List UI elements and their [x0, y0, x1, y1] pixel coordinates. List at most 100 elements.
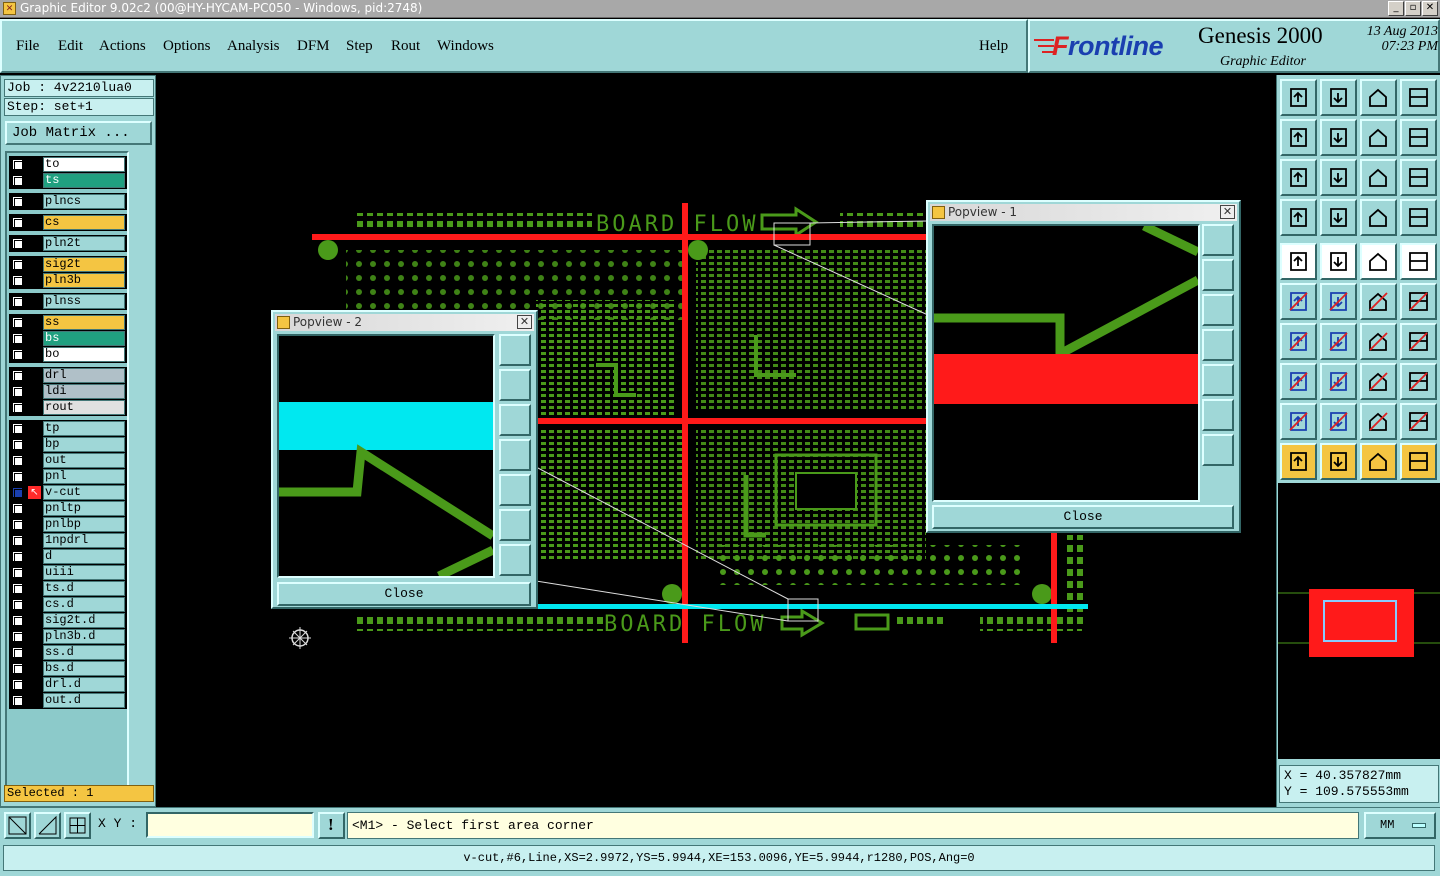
ruler-button[interactable]	[1360, 243, 1397, 280]
pan-left-button[interactable]	[1280, 119, 1317, 156]
layer-row-ts.d[interactable]: ts.d	[9, 581, 127, 596]
layer-name[interactable]: plnss	[43, 294, 125, 309]
layer-name[interactable]: d	[43, 549, 125, 564]
layer-name[interactable]: ts.d	[43, 581, 125, 596]
measure-button[interactable]	[1280, 199, 1317, 236]
layer-row-plncs[interactable]: plncs	[9, 194, 127, 209]
layer-name[interactable]: bs	[43, 331, 125, 346]
layer-row-1npdrl[interactable]: 1npdrl	[9, 533, 127, 548]
layer-checkbox[interactable]	[12, 402, 23, 413]
layer-name[interactable]: out.d	[43, 693, 125, 708]
graphic-canvas[interactable]: BOARD FLOW BOARD FLOW Popview - 2 ✕ Clos…	[156, 75, 1276, 807]
layer-name[interactable]: to	[43, 157, 125, 172]
layer-checkbox[interactable]	[12, 349, 23, 360]
popview-zoom-in-button[interactable]	[499, 334, 531, 366]
popview-pan-up-button[interactable]	[499, 369, 531, 401]
popview-zoom-in-button[interactable]	[1202, 224, 1234, 256]
layer-row-d[interactable]: d	[9, 549, 127, 564]
layer-checkbox[interactable]	[12, 370, 23, 381]
layer-name[interactable]: bo	[43, 347, 125, 362]
home-button[interactable]	[1360, 79, 1397, 116]
layer-checkbox[interactable]	[12, 296, 23, 307]
group-button[interactable]	[1400, 363, 1437, 400]
menu-windows[interactable]: Windows	[437, 38, 494, 55]
triangle-button[interactable]	[1280, 403, 1317, 440]
layer-checkbox[interactable]	[12, 159, 23, 170]
grid-mode-button[interactable]	[64, 812, 91, 839]
layer-row-bp[interactable]: bp	[9, 437, 127, 452]
layer-row-drl.d[interactable]: drl.d	[9, 677, 127, 692]
layer-checkbox[interactable]	[12, 535, 23, 546]
layer-row-pln3b.d[interactable]: pln3b.d	[9, 629, 127, 644]
add-feature-button[interactable]	[1280, 243, 1317, 280]
layer-name[interactable]: pln2t	[43, 236, 125, 251]
layer-row-sig2t[interactable]: sig2t	[9, 257, 127, 272]
menu-options[interactable]: Options	[163, 38, 211, 55]
popview-pan-left-button[interactable]	[499, 439, 531, 471]
layer-name[interactable]: pnlbp	[43, 517, 125, 532]
popview-pan-right-button[interactable]	[499, 474, 531, 506]
layer-name[interactable]: ldi	[43, 384, 125, 399]
layer-checkbox[interactable]	[12, 471, 23, 482]
move-button[interactable]	[1360, 283, 1397, 320]
dimension-button[interactable]	[1360, 363, 1397, 400]
minimize-button[interactable]: _	[1388, 1, 1404, 16]
layer-checkbox[interactable]	[12, 217, 23, 228]
angle-button[interactable]	[1280, 323, 1317, 360]
point-button[interactable]	[1280, 363, 1317, 400]
redraw-button[interactable]	[1400, 119, 1437, 156]
popview-pan-right-button[interactable]	[1202, 364, 1234, 396]
layer-checkbox[interactable]	[12, 599, 23, 610]
layer-checkbox[interactable]	[12, 695, 23, 706]
layer-name[interactable]: pnl	[43, 469, 125, 484]
layer-checkbox[interactable]	[12, 439, 23, 450]
layer-name[interactable]: ts	[43, 173, 125, 188]
flip-button[interactable]	[1400, 323, 1437, 360]
move-vertex-button[interactable]	[1400, 283, 1437, 320]
layer-name[interactable]: tp	[43, 421, 125, 436]
popview-zoom-out-button[interactable]	[499, 544, 531, 576]
select-path-button[interactable]	[1400, 443, 1437, 480]
layer-row-sig2t.d[interactable]: sig2t.d	[9, 613, 127, 628]
zoom-1-1-button[interactable]	[1360, 159, 1397, 196]
layer-name[interactable]: pnltp	[43, 501, 125, 516]
popview-zoom-out-button[interactable]	[1202, 434, 1234, 466]
cross-button[interactable]	[1320, 283, 1357, 320]
layer-row-pln2t[interactable]: pln2t	[9, 236, 127, 251]
layer-name[interactable]: drl.d	[43, 677, 125, 692]
popview-pan-left-button[interactable]	[1202, 329, 1234, 361]
layer-row-to[interactable]: to	[9, 157, 127, 172]
menu-analysis[interactable]: Analysis	[227, 38, 280, 55]
layer-checkbox[interactable]	[12, 631, 23, 642]
layer-row-ss.d[interactable]: ss.d	[9, 645, 127, 660]
menu-step[interactable]: Step	[346, 38, 373, 55]
connect-button[interactable]	[1280, 283, 1317, 320]
select-arrow-button[interactable]	[1280, 443, 1317, 480]
layer-checkbox[interactable]	[12, 567, 23, 578]
popview-pan-up-button[interactable]	[1202, 259, 1234, 291]
layer-checkbox[interactable]	[12, 175, 23, 186]
layer-name[interactable]: pln3b	[43, 273, 125, 288]
line-tool-button[interactable]	[1320, 243, 1357, 280]
popview-1-close-button[interactable]: Close	[932, 505, 1234, 529]
layer-name[interactable]: plncs	[43, 194, 125, 209]
layer-row-pln3b[interactable]: pln3b	[9, 273, 127, 288]
netlist-button[interactable]	[1360, 199, 1397, 236]
layer-checkbox[interactable]	[12, 333, 23, 344]
popview-pan-down-button[interactable]	[499, 404, 531, 436]
layer-name[interactable]: bp	[43, 437, 125, 452]
layer-row-cs[interactable]: cs	[9, 215, 127, 230]
arc-up-button[interactable]	[1320, 403, 1357, 440]
popview-2-close-x-button[interactable]: ✕	[517, 315, 532, 329]
popview-zoom-fit-button[interactable]	[499, 509, 531, 541]
popview-2-view[interactable]	[277, 334, 495, 578]
layer-row-plnss[interactable]: plnss	[9, 294, 127, 309]
layer-name[interactable]: pln3b.d	[43, 629, 125, 644]
layer-row-uiii[interactable]: uiii	[9, 565, 127, 580]
layer-name[interactable]: v-cut	[43, 485, 125, 500]
layer-checkbox[interactable]	[12, 663, 23, 674]
layer-up-button[interactable]	[1280, 79, 1317, 116]
layer-row-out[interactable]: out	[9, 453, 127, 468]
feature-select-button[interactable]	[1320, 199, 1357, 236]
layer-name[interactable]: ss.d	[43, 645, 125, 660]
